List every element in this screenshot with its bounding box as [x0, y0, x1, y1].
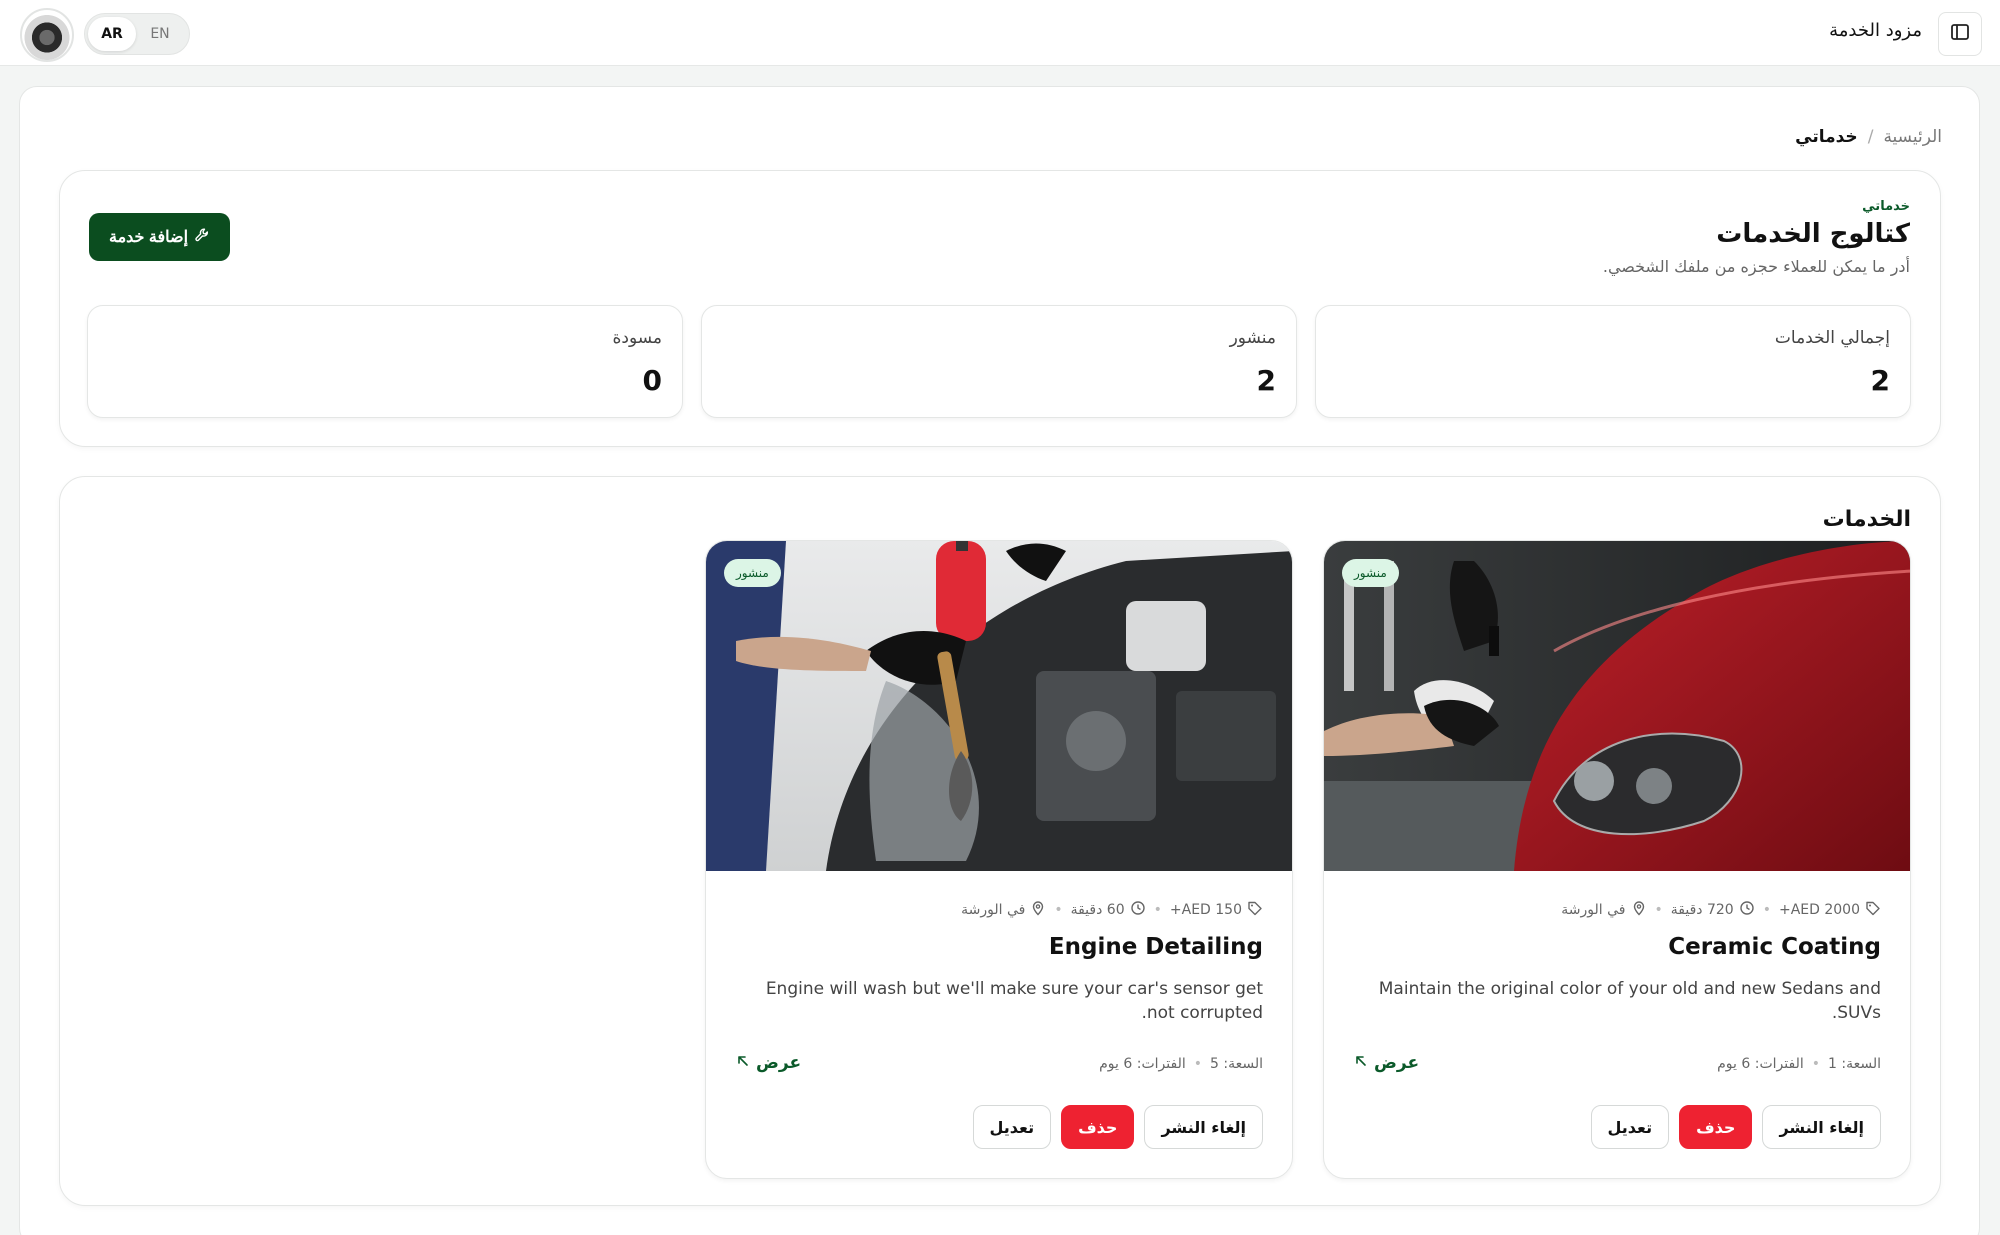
location-text: في الورشة [1561, 902, 1626, 918]
stat-value: 0 [642, 364, 662, 397]
service-actions: إلغاء النشر حذف تعديل [1590, 1105, 1881, 1149]
price-text: AED 150+ [1169, 902, 1242, 918]
service-card-engine-detailing: منشور AED 150+ • 60 دقيقة • في الورشة En… [705, 540, 1293, 1179]
service-description: Maintain the original color of your old … [1378, 979, 1881, 1023]
meta-separator: • [1153, 902, 1162, 918]
add-service-button[interactable]: إضافة خدمة [89, 213, 230, 261]
unpublish-button[interactable]: إلغاء النشر [1144, 1105, 1263, 1149]
top-bar: AR EN مزود الخدمة [0, 0, 2000, 66]
view-label: عرض [1374, 1053, 1420, 1073]
service-duration: 60 دقيقة [1071, 900, 1146, 920]
edit-button[interactable]: تعديل [972, 1105, 1052, 1149]
clock-icon [1739, 900, 1755, 920]
page-title: كتالوج الخدمات [1716, 219, 1910, 249]
meta-separator: • [1762, 902, 1771, 918]
stat-label: منشور [1229, 328, 1276, 348]
service-meta: AED 2000+ • 720 دقيقة • في الورشة [1561, 900, 1881, 920]
arrow-up-left-icon [1354, 1053, 1368, 1073]
edit-button[interactable]: تعديل [1590, 1105, 1670, 1149]
add-service-label: إضافة خدمة [109, 229, 189, 246]
stat-card-draft: مسودة 0 [87, 305, 683, 418]
price-text: AED 2000+ [1778, 902, 1860, 918]
view-label: عرض [756, 1053, 802, 1073]
service-name: Ceramic Coating [1668, 934, 1881, 960]
wrench-icon [194, 227, 210, 248]
slots-text: الفترات: 6 يوم [1717, 1056, 1804, 1072]
meta-separator: • [1654, 902, 1663, 918]
service-location: في الورشة [1561, 900, 1646, 920]
breadcrumb-separator: / [1867, 127, 1874, 147]
stat-label: إجمالي الخدمات [1774, 328, 1890, 348]
meta-separator: • [1193, 1056, 1202, 1072]
view-link[interactable]: عرض [736, 1053, 801, 1073]
capacity-text: السعة: 5 [1210, 1056, 1263, 1072]
provider-label: مزود الخدمة [1829, 20, 1922, 41]
map-pin-icon [1030, 900, 1046, 920]
service-description: Engine will wash but we'll make sure you… [765, 979, 1263, 1023]
service-stats: السعة: 1 • الفترات: 6 يوم [1717, 1056, 1881, 1072]
unpublish-button[interactable]: إلغاء النشر [1762, 1105, 1881, 1149]
meta-separator: • [1811, 1056, 1820, 1072]
catalog-header-card: خدماتي كتالوج الخدمات أدر ما يمكن للعملا… [59, 170, 1941, 447]
delete-button[interactable]: حذف [1061, 1105, 1135, 1149]
lang-en-button[interactable]: EN [136, 17, 184, 51]
service-image: منشور [1324, 541, 1910, 871]
clock-icon [1130, 900, 1146, 920]
breadcrumb-current: خدماتي [1795, 127, 1858, 147]
tag-icon [1247, 900, 1263, 920]
lang-ar-button[interactable]: AR [88, 17, 136, 51]
breadcrumb: الرئيسية / خدماتي [1795, 127, 1942, 147]
meta-separator: • [1054, 902, 1063, 918]
service-actions: إلغاء النشر حذف تعديل [972, 1105, 1263, 1149]
page-subtitle: أدر ما يمكن للعملاء حجزه من ملفك الشخصي. [1602, 257, 1910, 276]
map-pin-icon [1631, 900, 1647, 920]
tag-icon [1865, 900, 1881, 920]
stat-label: مسودة [612, 328, 662, 348]
capacity-text: السعة: 1 [1828, 1056, 1881, 1072]
service-meta: AED 150+ • 60 دقيقة • في الورشة [961, 900, 1263, 920]
service-price: AED 150+ [1170, 900, 1263, 920]
stat-value: 2 [1870, 364, 1890, 397]
service-image: منشور [706, 541, 1292, 871]
service-price: AED 2000+ [1779, 900, 1881, 920]
avatar[interactable] [20, 8, 74, 62]
stat-card-total: إجمالي الخدمات 2 [1315, 305, 1911, 418]
breadcrumb-home-link[interactable]: الرئيسية [1883, 127, 1942, 147]
arrow-up-left-icon [736, 1053, 750, 1073]
status-badge: منشور [1342, 559, 1399, 587]
service-name: Engine Detailing [1048, 934, 1263, 960]
location-text: في الورشة [961, 902, 1026, 918]
delete-button[interactable]: حذف [1679, 1105, 1753, 1149]
service-stats: السعة: 5 • الفترات: 6 يوم [1099, 1056, 1263, 1072]
duration-text: 720 دقيقة [1670, 902, 1734, 918]
sidebar-toggle-icon [1950, 22, 1970, 46]
stat-card-published: منشور 2 [701, 305, 1297, 418]
section-eyebrow: خدماتي [1862, 199, 1910, 214]
services-section: الخدمات منشور AED 2000+ • 720 دقيقة • في… [59, 476, 1941, 1206]
services-title: الخدمات [1822, 507, 1911, 532]
service-location: في الورشة [961, 900, 1046, 920]
status-badge: منشور [724, 559, 781, 587]
view-link[interactable]: عرض [1354, 1053, 1419, 1073]
sidebar-toggle-button[interactable] [1938, 12, 1982, 56]
service-card-ceramic-coating: منشور AED 2000+ • 720 دقيقة • في الورشة … [1323, 540, 1911, 1179]
slots-text: الفترات: 6 يوم [1099, 1056, 1186, 1072]
language-switch: AR EN [84, 13, 190, 55]
service-duration: 720 دقيقة [1671, 900, 1755, 920]
stat-value: 2 [1256, 364, 1276, 397]
duration-text: 60 دقيقة [1070, 902, 1125, 918]
